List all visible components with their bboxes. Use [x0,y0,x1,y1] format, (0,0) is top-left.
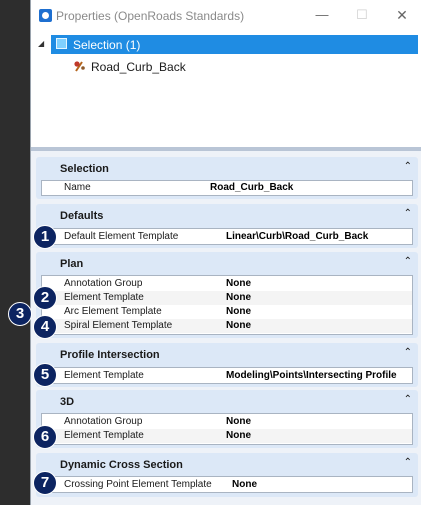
property-name: Default Element Template [64,231,179,242]
property-value[interactable]: None [226,430,251,441]
collapse-chevron-icon[interactable]: ⌃ [404,208,412,219]
property-row[interactable]: Crossing Point Element Template None [42,478,412,492]
property-grid: Crossing Point Element Template None [41,476,413,493]
property-name: Element Template [64,370,144,381]
property-value[interactable]: None [226,320,251,331]
side-strip [0,0,30,505]
tree-item-selection[interactable]: Selection (1) [51,35,418,54]
property-grid: Default Element Template Linear\Curb\Roa… [41,228,413,245]
property-name: Arc Element Template [64,306,162,317]
maximize-button[interactable]: ☐ [347,4,377,26]
properties-panel: Selection ⌃ Name Road_Curb_Back Defaults… [31,151,421,505]
section-defaults: Defaults ⌃ Default Element Template Line… [36,204,418,248]
property-row[interactable]: Element Template Modeling\Points\Interse… [42,369,412,383]
close-button[interactable]: ✕ [387,4,417,26]
property-row[interactable]: Spiral Element Template None [42,319,412,333]
collapse-chevron-icon[interactable]: ⌃ [404,161,412,172]
property-grid: Annotation Group None Element Template N… [41,275,413,335]
section-title: Dynamic Cross Section [60,459,183,471]
property-row[interactable]: Element Template None [42,291,412,305]
property-name: Annotation Group [64,416,143,427]
callout-badge: 2 [33,286,57,310]
property-value[interactable]: Modeling\Points\Intersecting Profile [226,370,397,381]
section-selection: Selection ⌃ Name Road_Curb_Back [36,157,418,199]
property-row[interactable]: Annotation Group None [42,277,412,291]
property-name: Element Template [64,292,144,303]
app-icon [39,9,52,22]
title-bar[interactable]: Properties (OpenRoads Standards) — ☐ ✕ [31,0,421,31]
minimize-button[interactable]: — [307,4,337,26]
property-value[interactable]: None [226,306,251,317]
section-title: Selection [60,163,109,175]
section-title: 3D [60,396,75,408]
collapse-chevron-icon[interactable]: ⌃ [404,394,412,405]
section-title: Defaults [60,210,104,222]
curb-element-icon [74,61,85,72]
section-profile-intersection: Profile Intersection ⌃ Element Template … [36,343,418,387]
callout-badge: 4 [33,315,57,339]
collapse-chevron-icon[interactable]: ⌃ [404,457,412,468]
property-value[interactable]: Linear\Curb\Road_Curb_Back [226,231,368,242]
property-row[interactable]: Arc Element Template None [42,305,412,319]
selection-tree: ◢ Selection (1) Road_Curb_Back [31,31,421,147]
property-row[interactable]: Name Road_Curb_Back [42,181,412,195]
property-value[interactable]: None [226,278,251,289]
property-name: Name [64,182,91,193]
callout-badge: 7 [33,471,57,495]
property-value[interactable]: None [226,292,251,303]
property-row[interactable]: Element Template None [42,429,412,443]
property-value[interactable]: Road_Curb_Back [210,182,293,193]
section-title: Profile Intersection [60,349,160,361]
callout-badge: 6 [33,425,57,449]
property-value[interactable]: None [232,479,257,490]
section-dynamic-cross-section: Dynamic Cross Section ⌃ Crossing Point E… [36,453,418,497]
property-row[interactable]: Default Element Template Linear\Curb\Roa… [42,230,412,244]
section-title: Plan [60,258,84,270]
property-name: Element Template [64,430,144,441]
property-grid: Element Template Modeling\Points\Interse… [41,367,413,384]
collapse-chevron-icon[interactable]: ⌃ [404,256,412,267]
callout-badge: 5 [33,363,57,387]
callout-badge: 1 [33,225,57,249]
property-name: Crossing Point Element Template [64,479,212,490]
callout-badge: 3 [8,302,32,326]
property-grid: Annotation Group None Element Template N… [41,413,413,445]
properties-window: Properties (OpenRoads Standards) — ☐ ✕ ◢… [30,0,421,505]
property-name: Annotation Group [64,278,143,289]
cube-icon [56,38,67,49]
section-plan: Plan ⌃ Annotation Group None Element Tem… [36,252,418,338]
tree-item-label: Selection (1) [73,38,141,52]
property-value[interactable]: None [226,416,251,427]
property-name: Spiral Element Template [64,320,173,331]
property-grid: Name Road_Curb_Back [41,180,413,196]
window-title: Properties (OpenRoads Standards) [56,9,245,23]
collapse-chevron-icon[interactable]: ⌃ [404,347,412,358]
section-3d: 3D ⌃ Annotation Group None Element Templ… [36,390,418,448]
expand-icon[interactable]: ◢ [38,39,44,48]
tree-item-label: Road_Curb_Back [91,60,186,74]
property-row[interactable]: Annotation Group None [42,415,412,429]
